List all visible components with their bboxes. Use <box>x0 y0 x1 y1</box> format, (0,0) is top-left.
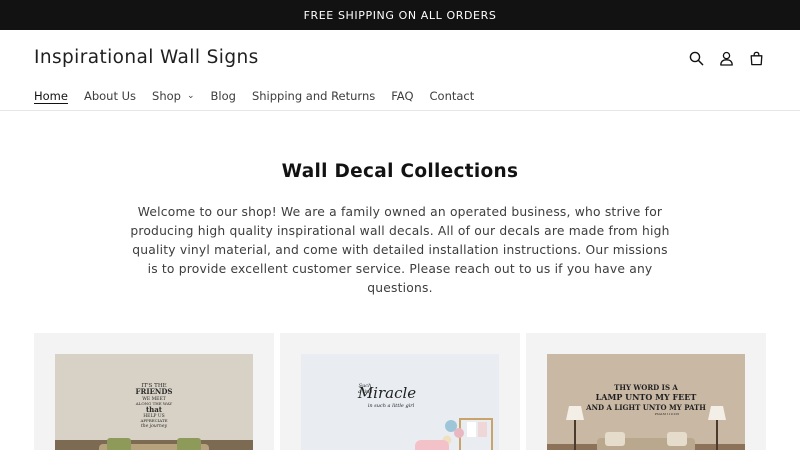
decal-line: PSALM 119:105 <box>655 412 680 416</box>
decal-line: that <box>146 405 163 414</box>
collection-card-1[interactable]: IT'S THE FRIENDS WE MEET ALONG THE WAY t… <box>34 333 274 450</box>
collection-description: Welcome to our shop! We are a family own… <box>130 205 670 295</box>
collection-card-3[interactable]: THY WORD IS A LAMP UNTO MY FEET AND A LI… <box>526 333 766 450</box>
nav-item-contact[interactable]: Contact <box>430 89 475 103</box>
collection-card-2-image[interactable]: Such a tiny Miracle in such a little gir… <box>301 354 499 450</box>
nav-item-home[interactable]: Home <box>34 89 68 103</box>
nav-item-shop[interactable]: Shop ⌄ <box>152 89 194 103</box>
decal-line: APPRECIATE <box>139 418 167 423</box>
collection-card-3-image[interactable]: THY WORD IS A LAMP UNTO MY FEET AND A LI… <box>547 354 745 450</box>
search-icon[interactable] <box>688 49 704 67</box>
decal-line: THY WORD IS A <box>614 383 678 392</box>
collection-title: Wall Decal Collections <box>281 161 519 182</box>
decal-line: FRIENDS <box>136 387 173 396</box>
nav-item-about-us[interactable]: About Us <box>84 89 136 103</box>
decal-line: in such a little girl <box>368 403 415 409</box>
decal-line: LAMP UNTO MY FEET <box>596 392 697 402</box>
store-logo[interactable]: Inspirational Wall Signs <box>34 47 259 68</box>
account-icon[interactable] <box>718 49 734 67</box>
announcement-bar: FREE SHIPPING ON ALL ORDERS <box>0 0 800 30</box>
collection-card-2[interactable]: Such a tiny Miracle in such a little gir… <box>280 333 520 450</box>
decal-line: AND A LIGHT UNTO MY PATH <box>585 403 706 412</box>
chevron-down-icon: ⌄ <box>186 91 195 101</box>
nav-item-faq[interactable]: FAQ <box>391 89 413 103</box>
decal-line: Miracle <box>357 384 416 402</box>
collection-card-1-image[interactable]: IT'S THE FRIENDS WE MEET ALONG THE WAY t… <box>55 354 253 450</box>
nav-item-shop-label: Shop <box>152 89 181 103</box>
nav-item-shipping-returns[interactable]: Shipping and Returns <box>252 89 375 103</box>
header-icons <box>688 49 764 67</box>
decal-line: the journey <box>141 423 168 429</box>
cart-icon[interactable] <box>748 49 764 67</box>
announcement-text: FREE SHIPPING ON ALL ORDERS <box>303 8 497 22</box>
header-divider <box>0 110 800 111</box>
nav-item-blog[interactable]: Blog <box>211 89 236 103</box>
main-nav: Home About Us Shop ⌄ Blog Shipping and R… <box>34 89 474 103</box>
